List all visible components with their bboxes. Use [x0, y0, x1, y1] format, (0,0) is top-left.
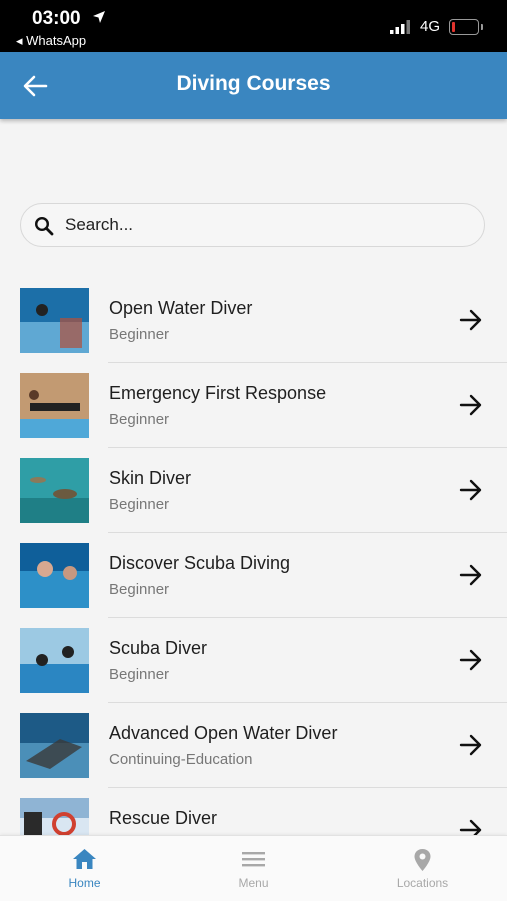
- arrow-right-icon: [459, 649, 482, 671]
- course-name: Discover Scuba Diving: [109, 553, 291, 573]
- course-thumbnail: [20, 543, 89, 608]
- course-item-rescue-diver[interactable]: Rescue Diver: [0, 788, 507, 835]
- course-name: Rescue Diver: [109, 808, 218, 828]
- course-item-discover-scuba-diving[interactable]: Discover Scuba Diving Beginner: [0, 533, 507, 618]
- course-thumbnail: [20, 373, 89, 438]
- arrow-right-icon: [459, 479, 482, 501]
- course-thumbnail: [20, 798, 89, 835]
- home-icon: [73, 849, 96, 869]
- course-thumbnail: [20, 458, 89, 523]
- course-thumbnail: [20, 713, 89, 778]
- course-level: Beginner: [109, 581, 170, 598]
- course-level: Continuing-Education: [109, 751, 253, 768]
- page-title: Diving Courses: [176, 72, 331, 95]
- course-name: Emergency First Response: [109, 383, 327, 403]
- status-time: 03:00: [32, 8, 81, 29]
- course-item-advanced-open-water-diver[interactable]: Advanced Open Water Diver Continuing-Edu…: [0, 703, 507, 788]
- course-level: Beginner: [109, 326, 170, 343]
- menu-icon: [242, 852, 265, 867]
- tab-menu[interactable]: Menu: [169, 836, 338, 901]
- search-input[interactable]: [65, 212, 465, 238]
- tab-label: Menu: [238, 876, 269, 890]
- cellular-signal-icon: [390, 20, 410, 34]
- search-icon: [34, 216, 54, 236]
- status-bar: 03:00 ◂ WhatsApp 4G: [0, 0, 507, 52]
- course-level: Beginner: [109, 411, 170, 428]
- search-bar[interactable]: [20, 203, 485, 247]
- course-name: Scuba Diver: [109, 638, 208, 658]
- app-bar: Diving Courses: [0, 52, 507, 119]
- course-item-emergency-first-response[interactable]: Emergency First Response Beginner: [0, 363, 507, 448]
- course-name: Open Water Diver: [109, 298, 253, 318]
- arrow-right-icon: [459, 564, 482, 586]
- location-services-icon: [93, 11, 105, 23]
- tab-label: Home: [68, 876, 101, 890]
- arrow-right-icon: [459, 734, 482, 756]
- course-item-skin-diver[interactable]: Skin Diver Beginner: [0, 448, 507, 533]
- arrow-right-icon: [459, 819, 482, 835]
- course-level: Beginner: [109, 496, 170, 513]
- course-item-scuba-diver[interactable]: Scuba Diver Beginner: [0, 618, 507, 703]
- course-list: Open Water Diver Beginner Emergency Firs…: [0, 278, 507, 835]
- back-to-app-link[interactable]: ◂ WhatsApp: [16, 33, 86, 49]
- course-name: Advanced Open Water Diver: [109, 723, 338, 743]
- bottom-tab-bar: Home Menu Locations: [0, 835, 507, 901]
- tab-label: Locations: [396, 876, 449, 890]
- course-thumbnail: [20, 628, 89, 693]
- battery-icon: [449, 19, 483, 35]
- tab-locations[interactable]: Locations: [338, 836, 507, 901]
- tab-home[interactable]: Home: [0, 836, 169, 901]
- course-name: Skin Diver: [109, 468, 192, 488]
- course-thumbnail: [20, 288, 89, 353]
- course-item-open-water-diver[interactable]: Open Water Diver Beginner: [0, 278, 507, 363]
- location-pin-icon: [414, 849, 431, 871]
- network-type: 4G: [420, 18, 441, 35]
- course-level: Beginner: [109, 666, 170, 683]
- arrow-right-icon: [459, 394, 482, 416]
- arrow-right-icon: [459, 309, 482, 331]
